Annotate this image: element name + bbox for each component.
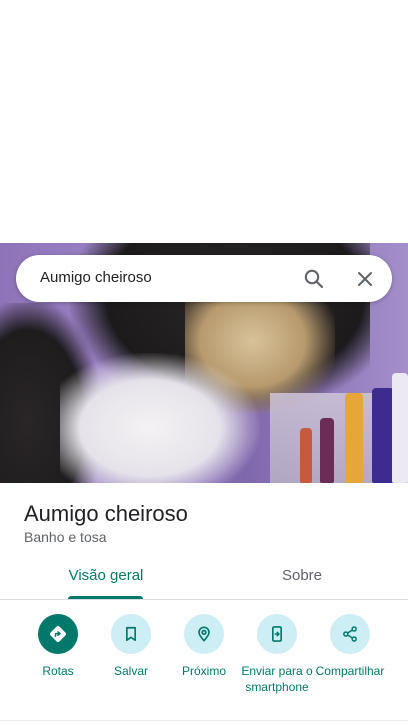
directions-label: Rotas bbox=[42, 664, 74, 678]
photo-bottle bbox=[345, 393, 363, 483]
directions-icon[interactable] bbox=[38, 614, 78, 654]
search-bar[interactable]: Aumigo cheiroso bbox=[16, 255, 392, 302]
photo-bottle bbox=[392, 373, 408, 483]
photo-bottle bbox=[372, 388, 394, 483]
bookmark-icon[interactable] bbox=[111, 614, 151, 654]
nearby-label: Próximo bbox=[181, 664, 226, 678]
search-icon[interactable] bbox=[302, 267, 326, 291]
photo-dog-chest bbox=[60, 353, 260, 483]
share-icon[interactable] bbox=[330, 614, 370, 654]
share-label: Compartilhar bbox=[315, 664, 385, 678]
place-category: Banho e tosa bbox=[24, 529, 107, 545]
nearby-button[interactable]: Próximo bbox=[164, 614, 244, 679]
share-button[interactable]: Compartilhar bbox=[310, 614, 390, 679]
tab-about[interactable]: Sobre bbox=[252, 567, 352, 584]
section-divider bbox=[0, 720, 408, 721]
tab-divider bbox=[0, 599, 408, 600]
search-query[interactable]: Aumigo cheiroso bbox=[40, 269, 152, 286]
send-to-phone-button[interactable]: Enviar para o smartphone bbox=[237, 614, 317, 695]
save-label: Salvar bbox=[113, 664, 148, 678]
photo-bottle bbox=[300, 428, 312, 483]
send-to-phone-label: Enviar para o smartphone bbox=[241, 664, 313, 694]
nearby-icon[interactable] bbox=[184, 614, 224, 654]
photo-bottle bbox=[320, 418, 334, 483]
directions-button[interactable]: Rotas bbox=[18, 614, 98, 679]
save-button[interactable]: Salvar bbox=[91, 614, 171, 679]
place-title: Aumigo cheiroso bbox=[24, 501, 188, 526]
tab-overview[interactable]: Visão geral bbox=[56, 567, 156, 584]
send-to-phone-icon[interactable] bbox=[257, 614, 297, 654]
close-icon[interactable] bbox=[353, 267, 377, 291]
